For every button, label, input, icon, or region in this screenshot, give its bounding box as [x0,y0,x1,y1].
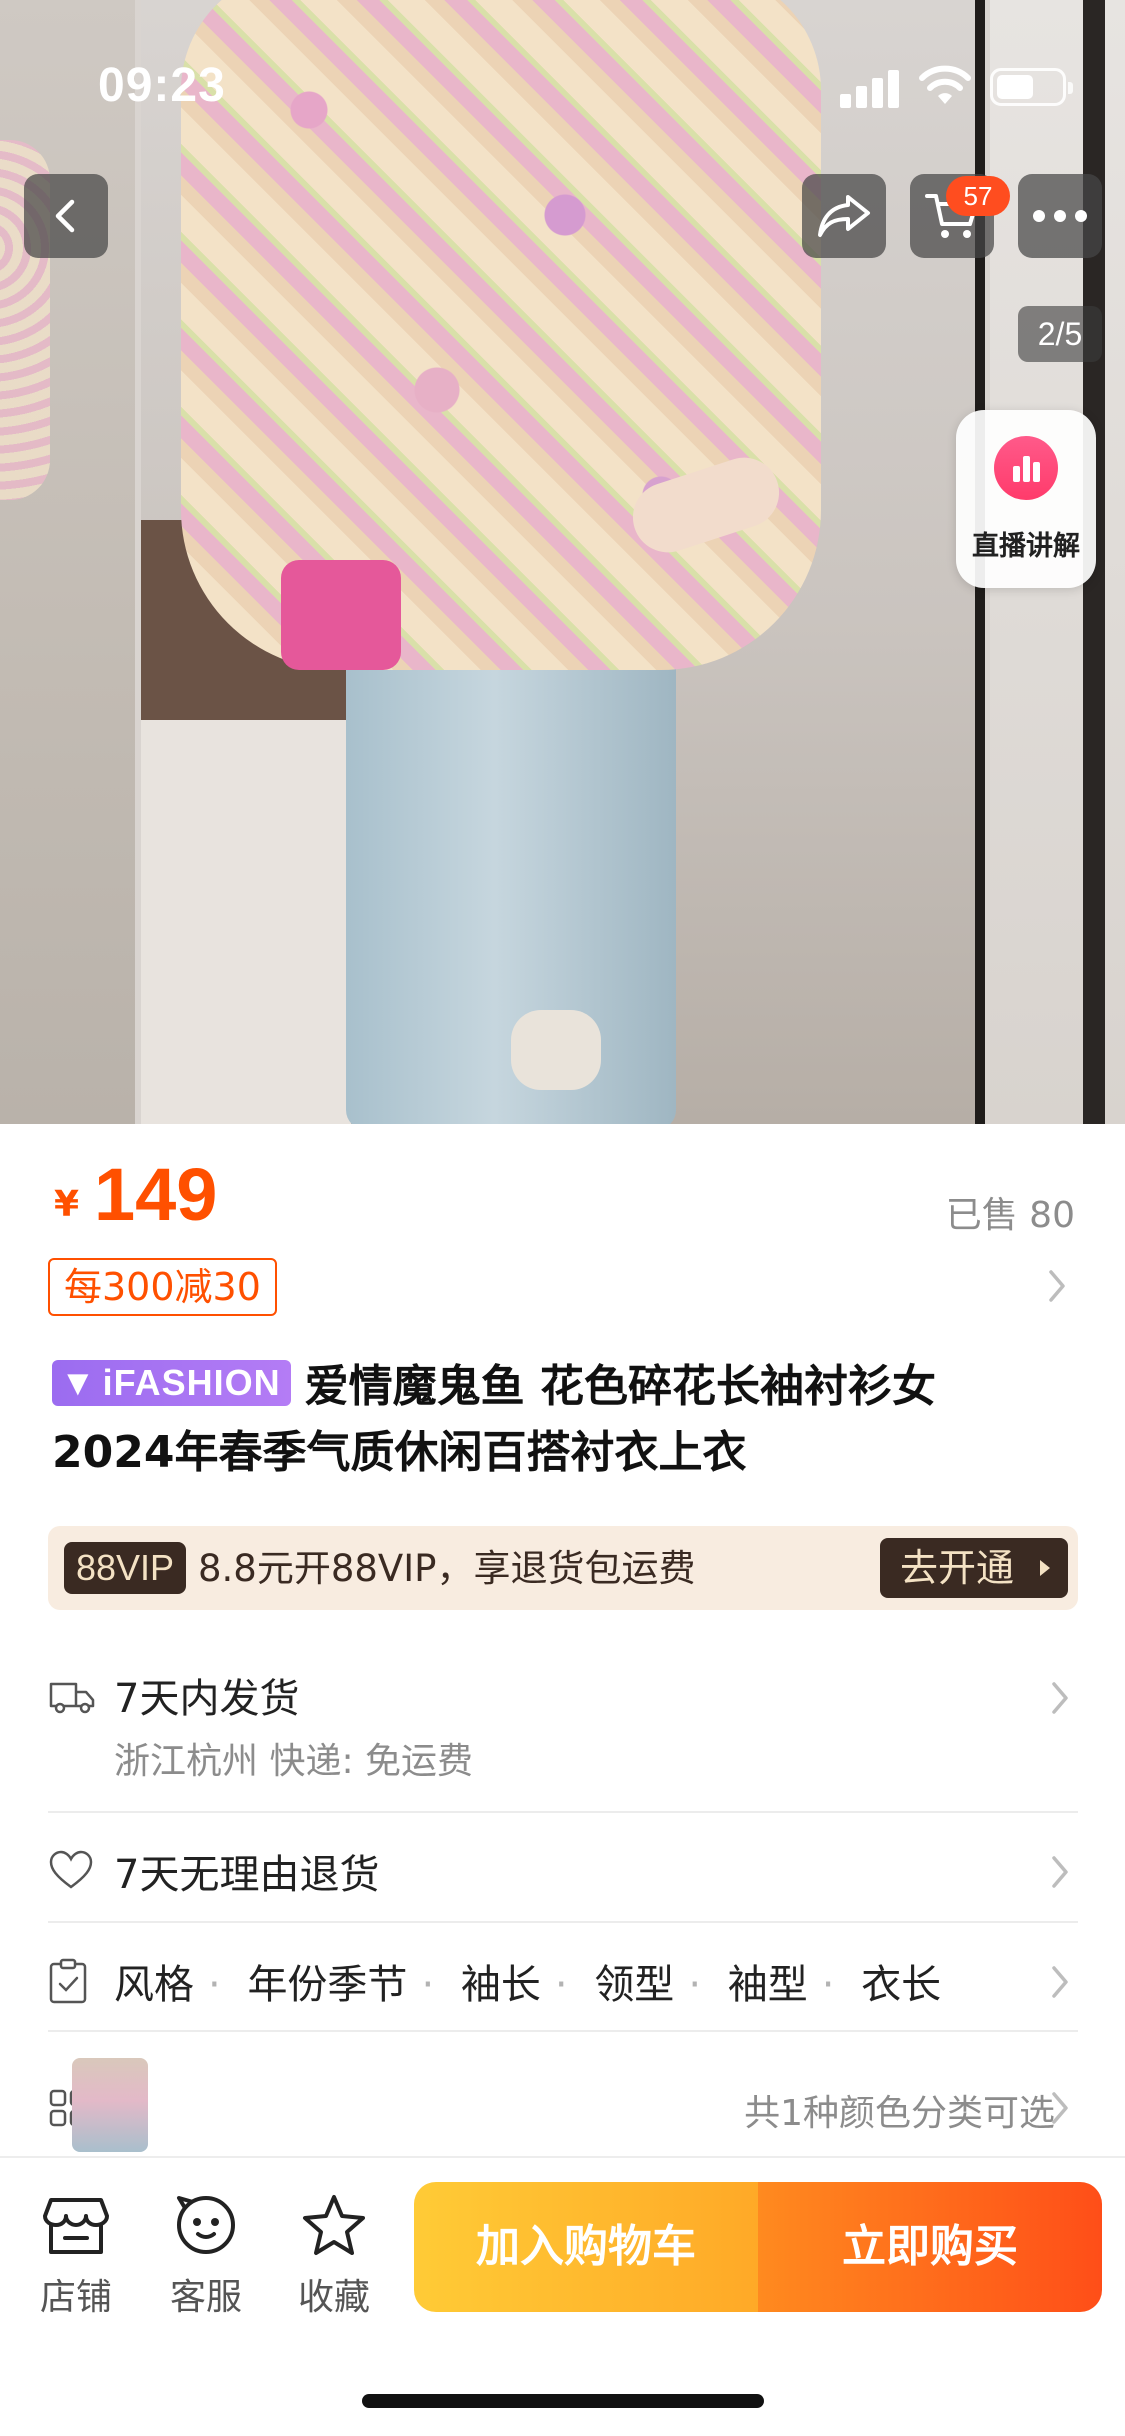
shipping-detail: 浙江杭州 快递: 免运费 [114,1741,474,1782]
currency-symbol: ¥ [54,1184,80,1225]
product-title: ▼ iFASHION 爱情魔鬼鱼 花色碎花长袖衬衫女 2024年春季气质休闲百搭衬衣… [52,1354,1072,1486]
chevron-right-icon [1052,1856,1068,1888]
title-line-2: 2024年春季气质休闲百搭衬衣上衣 [52,1427,747,1478]
share-icon [818,195,870,237]
attribute-sleeve-type: 袖型 [727,1962,808,2008]
home-indicator [362,2394,764,2408]
chevron-right-icon[interactable] [1047,1268,1067,1304]
service-tab[interactable]: 客服 [156,2192,256,2320]
image-page-indicator: 2/5 [1018,306,1102,362]
favorite-tab[interactable]: 收藏 [284,2192,384,2320]
customer-service-icon [177,2196,235,2254]
cart-count-badge: 57 [946,176,1010,216]
chevron-right-icon [1052,1682,1068,1714]
attribute-list: 风格 · 年份季节 · 袖长 · 领型 · 袖型 · 衣长 [114,1962,942,2008]
product-main-image[interactable] [141,0,985,1124]
title-line-1: 爱情魔鬼鱼 花色碎花长袖衬衫女 [304,1361,936,1412]
live-chart-icon [994,436,1058,500]
wifi-icon [919,65,971,104]
price-value: 149 [94,1153,218,1236]
sku-count-text: 共1种颜色分类可选 [744,2093,1055,2134]
star-icon [303,2195,365,2255]
shop-tab[interactable]: 店铺 [26,2192,126,2320]
sku-thumbnail[interactable] [72,2058,148,2152]
status-bar: 09:23 [0,0,1125,150]
battery-icon [990,68,1073,106]
vip-open-button[interactable]: 去开通 [880,1538,1068,1598]
more-button[interactable] [1018,174,1102,258]
vip-promo-bar[interactable]: 88VIP 8.8元开88VIP，享退货包运费 去开通 [48,1526,1078,1610]
shipping-row[interactable]: 7天内发货 浙江杭州 快递: 免运费 [48,1666,1078,1786]
attributes-row[interactable]: 风格 · 年份季节 · 袖长 · 领型 · 袖型 · 衣长 [48,1952,1078,2012]
divider [48,1811,1078,1813]
delivery-truck-icon [49,1682,95,1714]
heart-icon [49,1850,93,1889]
service-label: 客服 [169,2277,242,2318]
cellular-signal-icon [840,68,900,108]
live-explain-button[interactable]: 直播讲解 [956,410,1096,588]
ifashion-badge: ▼ iFASHION [52,1360,291,1406]
prev-image-peek [0,0,135,1124]
divider [48,1921,1078,1923]
caret-right-icon [1040,1560,1050,1576]
buy-now-button[interactable]: 立即购买 [758,2182,1102,2312]
status-time: 09:23 [98,59,226,112]
attribute-collar: 领型 [594,1962,675,2008]
share-button[interactable] [802,174,886,258]
live-explain-label: 直播讲解 [972,531,1080,562]
add-to-cart-button[interactable]: 加入购物车 [414,2182,758,2312]
divider [48,2030,1078,2032]
promo-tag[interactable]: 每300减30 [48,1258,277,1316]
favorite-label: 收藏 [297,2277,370,2318]
shipping-title: 7天内发货 [114,1676,300,1722]
more-dots-icon [1033,210,1087,222]
back-button[interactable] [24,174,108,258]
clipboard-icon [49,1958,87,2004]
returns-title: 7天无理由退货 [114,1852,380,1898]
chevron-right-icon [1052,1966,1068,1998]
brand-tag-label: iFASHION [102,1362,281,1403]
ifashion-logo-icon: ▼ [60,1362,97,1403]
attribute-year-season: 年份季节 [247,1962,408,2008]
vip-open-label: 去开通 [900,1546,1015,1590]
vip-badge: 88VIP [64,1542,187,1594]
store-icon [43,2198,109,2254]
shop-label: 店铺 [39,2277,112,2318]
attribute-length: 衣长 [861,1962,942,2008]
chevron-left-icon [55,199,75,233]
vip-promo-text: 8.8元开88VIP，享退货包运费 [198,1547,696,1590]
sold-count: 已售 80 [945,1195,1075,1236]
returns-row[interactable]: 7天无理由退货 [48,1842,1078,1902]
attribute-sleeve-length: 袖长 [460,1962,541,2008]
attribute-style: 风格 [114,1962,194,2008]
